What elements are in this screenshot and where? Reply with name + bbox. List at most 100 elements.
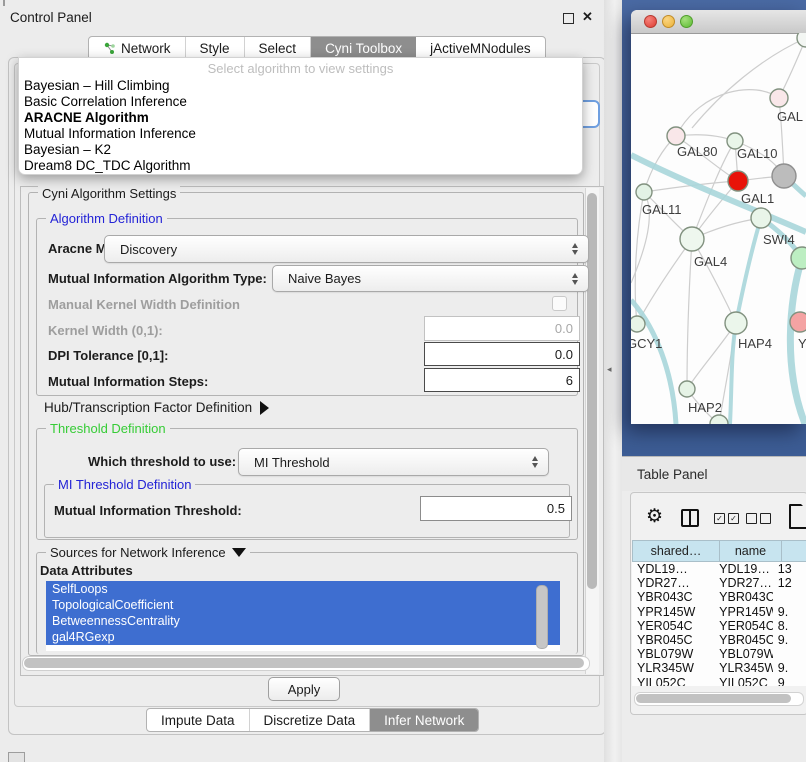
minimize-traffic-light-icon[interactable] <box>662 15 675 28</box>
aracne-mode-combobox[interactable]: Discovery <box>104 235 589 263</box>
attribute-item[interactable]: TopologicalCoefficient <box>46 597 560 613</box>
control-panel-titlebar: Control Panel ✕ <box>0 0 620 26</box>
node-label: GAL10 <box>737 146 777 161</box>
checked-box-icon[interactable]: ✓ <box>714 513 725 524</box>
manual-kernel-checkbox[interactable] <box>552 296 567 311</box>
table-cell: YBR045C <box>632 633 714 647</box>
table-cell: 8. <box>773 619 806 633</box>
kernel-width-input[interactable]: 0.0 <box>424 316 580 341</box>
algorithm-option[interactable]: Dream8 DC_TDC Algorithm <box>19 158 582 174</box>
table-cell: YIL052C <box>714 676 773 687</box>
algorithm-option[interactable]: Basic Correlation Inference <box>19 94 582 110</box>
tab-infer-network[interactable]: Infer Network <box>370 709 478 731</box>
table-row[interactable]: YIL052CYIL052C9 <box>632 676 806 687</box>
algorithm-option[interactable]: Bayesian – K2 <box>19 142 582 158</box>
bottom-tabs: Impute Data Discretize Data Infer Networ… <box>146 708 479 732</box>
sources-title[interactable]: Sources for Network Inference <box>46 545 250 560</box>
network-node[interactable] <box>797 33 806 47</box>
split-columns-icon[interactable] <box>681 509 699 527</box>
tab-impute-data[interactable]: Impute Data <box>147 709 250 731</box>
node-label: Y <box>798 336 806 351</box>
network-node-gal4[interactable] <box>680 227 704 251</box>
table-hscrollbar-thumb[interactable] <box>636 694 791 703</box>
document-icon[interactable] <box>789 504 806 529</box>
float-window-icon[interactable] <box>563 13 574 24</box>
table-row[interactable]: YDL19…YDL19…13 <box>632 562 806 576</box>
network-node[interactable] <box>772 164 796 188</box>
close-icon[interactable]: ✕ <box>582 9 593 25</box>
network-node-gal11[interactable] <box>636 184 652 200</box>
network-view-window[interactable]: GALGAL80GAL10GAL11GAL1SWI4GAL4GCY1HAP4YH… <box>631 10 806 424</box>
dpi-tolerance-input[interactable]: 0.0 <box>424 342 580 366</box>
tab-label: Cyni Toolbox <box>325 41 402 56</box>
node-label: GAL80 <box>677 144 717 159</box>
which-threshold-value: MI Threshold <box>254 455 330 470</box>
tab-label: jActiveMNodules <box>430 41 531 56</box>
table-cell: 9. <box>773 605 806 619</box>
column-header[interactable] <box>781 540 806 562</box>
settings-hscrollbar-thumb[interactable] <box>24 658 584 668</box>
network-edge[interactable] <box>779 38 806 98</box>
network-node-gal[interactable] <box>770 89 788 107</box>
network-node[interactable] <box>791 247 806 269</box>
table-cell: YBR045C <box>714 633 773 647</box>
attribute-item[interactable]: gal4RGexp <box>46 629 560 645</box>
table-row[interactable]: YER054CYER054C8. <box>632 619 806 633</box>
column-header[interactable]: shared… <box>632 540 719 562</box>
attribute-item[interactable]: BetweennessCentrality <box>46 613 560 629</box>
tab-label: Discretize Data <box>264 713 356 728</box>
network-node-y[interactable] <box>790 312 806 332</box>
algorithm-option[interactable]: Mutual Information Inference <box>19 126 582 142</box>
column-header[interactable]: name <box>719 540 781 562</box>
unchecked-box-icon[interactable] <box>760 513 771 524</box>
checked-box-icon[interactable]: ✓ <box>728 513 739 524</box>
mi-steps-input[interactable]: 6 <box>424 368 580 392</box>
table-row[interactable]: YDR27…YDR27…12 <box>632 576 806 590</box>
mi-type-value: Naive Bayes <box>288 271 361 286</box>
network-node-hap2[interactable] <box>679 381 695 397</box>
table-row[interactable]: YBL079WYBL079W <box>632 647 806 661</box>
panel-divider[interactable] <box>604 0 622 762</box>
network-node-swi4[interactable] <box>751 208 771 228</box>
splitter-handle-icon[interactable]: ◂ <box>607 364 612 375</box>
network-node-gal1[interactable] <box>728 171 748 191</box>
apply-button[interactable]: Apply <box>268 677 340 701</box>
algorithm-option[interactable]: ARACNE Algorithm <box>19 110 582 126</box>
network-node-gcy1[interactable] <box>631 316 645 332</box>
network-window-titlebar[interactable] <box>631 10 806 34</box>
network-node-hap4[interactable] <box>725 312 747 334</box>
algorithm-list: Bayesian – Hill ClimbingBasic Correlatio… <box>19 78 582 174</box>
network-edge[interactable] <box>637 239 692 324</box>
zoom-traffic-light-icon[interactable] <box>680 15 693 28</box>
attribute-item[interactable]: SelfLoops <box>46 581 560 597</box>
collapse-down-icon <box>232 548 246 557</box>
gear-icon[interactable]: ⚙ <box>646 505 663 528</box>
table-cell: YIL052C <box>632 676 714 687</box>
mi-type-combobox[interactable]: Naive Bayes <box>272 265 589 292</box>
algorithm-definition-title: Algorithm Definition <box>46 211 167 226</box>
network-edge[interactable] <box>692 239 736 323</box>
aracne-mode-value: Discovery <box>120 242 177 257</box>
network-node-gal80[interactable] <box>667 127 685 145</box>
close-traffic-light-icon[interactable] <box>644 15 657 28</box>
table-cell <box>773 647 806 661</box>
network-node[interactable] <box>710 415 728 424</box>
network-edge[interactable] <box>676 90 779 136</box>
hub-definition-toggle[interactable]: Hub/Transcription Factor Definition <box>44 400 269 415</box>
tab-discretize-data[interactable]: Discretize Data <box>250 709 371 731</box>
table-row[interactable]: YLR345WYLR345W9. <box>632 661 806 675</box>
network-edge[interactable] <box>687 323 736 389</box>
which-threshold-combobox[interactable]: MI Threshold <box>238 448 549 476</box>
table-cell: YDL19… <box>714 562 773 576</box>
table-row[interactable]: YPR145WYPR145W9. <box>632 605 806 619</box>
table-row[interactable]: YBR043CYBR043C <box>632 590 806 604</box>
mi-threshold-input[interactable]: 0.5 <box>420 496 572 521</box>
algorithm-option[interactable]: Bayesian – Hill Climbing <box>19 78 582 94</box>
collapsed-panel-icon[interactable] <box>8 752 25 762</box>
network-edge[interactable] <box>687 239 692 389</box>
table-cell: YBR043C <box>632 590 714 604</box>
attributes-scrollbar-thumb[interactable] <box>536 585 548 649</box>
network-graph[interactable]: GALGAL80GAL10GAL11GAL1SWI4GAL4GCY1HAP4YH… <box>631 33 806 424</box>
unchecked-box-icon[interactable] <box>746 513 757 524</box>
table-row[interactable]: YBR045CYBR045C9. <box>632 633 806 647</box>
